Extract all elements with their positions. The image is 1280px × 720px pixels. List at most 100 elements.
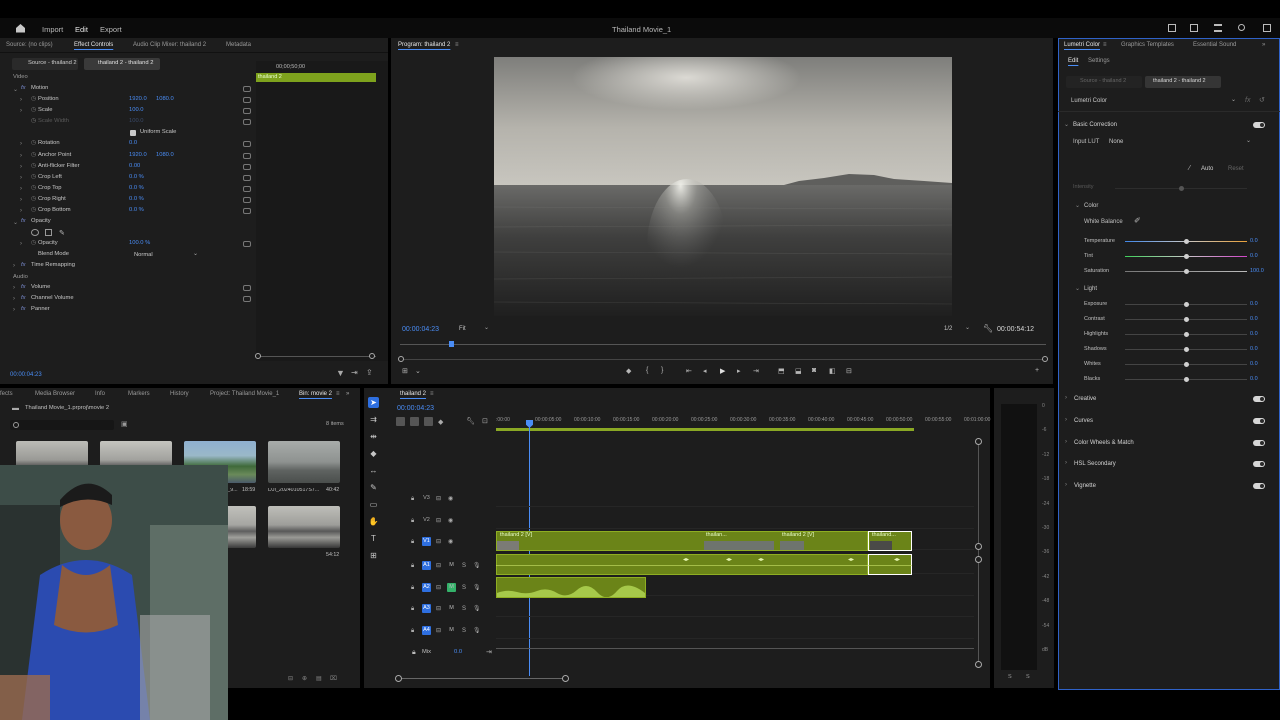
tab-effect-controls[interactable]: Effect Controls: [74, 42, 113, 48]
reset-icon[interactable]: [243, 296, 251, 303]
ec-prop-row[interactable]: › ◷ Crop Right 0.0 %: [0, 195, 256, 206]
program-timecode[interactable]: 00:00:04:23: [402, 326, 439, 333]
chevron-right-icon[interactable]: ›: [20, 141, 22, 147]
reset-icon[interactable]: [243, 196, 251, 203]
linked-selection-icon[interactable]: [424, 417, 433, 426]
lock-icon[interactable]: 🔒︎: [411, 606, 414, 612]
lumetri-slider-knob[interactable]: [1184, 239, 1189, 244]
play-only-icon[interactable]: ⇥: [351, 369, 358, 377]
lumetri-section-toggle[interactable]: [1253, 483, 1265, 490]
reset-button[interactable]: Reset: [1228, 166, 1244, 172]
sync-lock-icon[interactable]: ⊟: [436, 628, 441, 634]
chevron-down-icon[interactable]: ⌄: [1075, 285, 1080, 292]
lumetri-slider-value[interactable]: 0.0: [1250, 253, 1258, 260]
lumetri-section-toggle[interactable]: [1253, 417, 1265, 424]
lumetri-slider-knob[interactable]: [1184, 377, 1189, 382]
reset-icon[interactable]: [243, 174, 251, 181]
hand-tool-icon[interactable]: ✋: [368, 516, 379, 527]
track-target[interactable]: A1: [422, 561, 431, 570]
sync-lock-icon[interactable]: ⊟: [436, 563, 441, 569]
menu-edit[interactable]: Edit: [75, 25, 88, 34]
lumetri-slider-knob[interactable]: [1184, 302, 1189, 307]
scrollbar-handle-icon[interactable]: [255, 353, 261, 359]
blend-mode-select[interactable]: Normal ⌄: [131, 251, 203, 260]
chevron-right-icon[interactable]: ›: [13, 296, 15, 302]
home-icon[interactable]: [15, 23, 26, 33]
ec-prop-row[interactable]: › ◷ Crop Left 0.0 %: [0, 173, 256, 184]
nest-icon[interactable]: [396, 417, 405, 426]
resolution-select[interactable]: 1/2 ⌄: [941, 324, 975, 334]
chevron-right-icon[interactable]: ›: [20, 208, 22, 214]
compare-view-icon[interactable]: ◧: [829, 367, 836, 375]
sync-lock-icon[interactable]: ⊟: [436, 539, 441, 545]
mark-in-icon[interactable]: {: [646, 367, 648, 374]
lumetri-section-toggle[interactable]: [1253, 439, 1265, 446]
keyframe-icon[interactable]: ◂▸: [726, 557, 732, 563]
lumetri-slider-knob[interactable]: [1184, 347, 1189, 352]
fx-bypass-icon[interactable]: fx: [1245, 97, 1250, 104]
basic-correction-toggle[interactable]: [1253, 122, 1265, 128]
color-section-heading[interactable]: Color: [1084, 203, 1098, 209]
mute-button[interactable]: M: [447, 626, 456, 635]
stopwatch-icon[interactable]: ◷: [31, 163, 36, 170]
keyframe-icon[interactable]: ◂▸: [848, 557, 854, 563]
pen-tool-icon[interactable]: ✎: [368, 482, 379, 493]
tab-graphics-templates[interactable]: Graphics Templates: [1121, 42, 1174, 48]
meter-solo-left[interactable]: S: [1008, 674, 1012, 681]
reset-icon[interactable]: [243, 241, 251, 247]
stopwatch-icon[interactable]: ◷: [31, 185, 36, 192]
chevron-right-icon[interactable]: ›: [1065, 439, 1067, 445]
ec-prop-value[interactable]: 0.0: [129, 141, 137, 147]
find-icon[interactable]: ⊕: [302, 675, 307, 682]
sync-lock-icon[interactable]: ⊟: [436, 585, 441, 591]
step-back-icon[interactable]: ◂: [703, 367, 707, 375]
lumetri-section-heading[interactable]: HSL Secondary: [1074, 461, 1116, 467]
snap-icon[interactable]: [410, 417, 419, 426]
scrollbar-handle-icon[interactable]: [395, 675, 402, 682]
lumetri-slider-knob[interactable]: [1184, 317, 1189, 322]
track-select-icon[interactable]: ⇉: [368, 414, 379, 425]
track-target[interactable]: V3: [422, 494, 431, 503]
reset-icon[interactable]: ↺: [1259, 97, 1265, 104]
reset-icon[interactable]: [243, 141, 251, 148]
export-frame-icon[interactable]: ⇪: [366, 369, 373, 377]
keyframe-icon[interactable]: ◂▸: [683, 557, 689, 563]
chevron-right-icon[interactable]: ›: [20, 97, 22, 103]
menu-import[interactable]: Import: [42, 25, 63, 34]
lumetri-slider-knob[interactable]: [1184, 332, 1189, 337]
ec-prop-value[interactable]: 100.0: [129, 107, 144, 114]
meter-solo-right[interactable]: S: [1026, 674, 1030, 681]
fit-select[interactable]: Fit ⌄: [456, 324, 494, 334]
scrollbar-handle-icon[interactable]: [975, 438, 982, 445]
sync-lock-icon[interactable]: ⊟: [436, 496, 441, 502]
marker-icon[interactable]: ◆: [438, 418, 443, 426]
ec-timecode[interactable]: 00:00:04:23: [10, 372, 42, 378]
ec-prop-row[interactable]: › ◷ Crop Top 0.0 %: [0, 184, 256, 195]
tab-audio-clip-mixer[interactable]: Audio Clip Mixer: thailand 2: [133, 42, 206, 48]
reset-icon[interactable]: [243, 119, 251, 126]
panel-menu-icon[interactable]: ≡: [455, 42, 459, 48]
panel-menu-icon[interactable]: ≡: [1103, 42, 1107, 48]
sync-lock-icon[interactable]: ⊟: [436, 518, 441, 524]
ec-prop-value[interactable]: 0.0 %: [129, 196, 144, 203]
track-target[interactable]: A4: [422, 626, 431, 635]
mix-value[interactable]: 0.0: [454, 649, 462, 656]
timeline-zoom-scrollbar[interactable]: [398, 678, 566, 679]
go-to-end-icon[interactable]: ⇥: [486, 649, 492, 656]
ec-opacity-row[interactable]: ⌄ fx Opacity: [0, 217, 256, 228]
chevron-right-icon[interactable]: ›: [20, 186, 22, 192]
chevron-right-icon[interactable]: ›: [1065, 395, 1067, 401]
stopwatch-icon[interactable]: ◷: [31, 240, 36, 247]
ec-motion-row[interactable]: ⌄ fx Motion: [0, 84, 256, 95]
scrollbar-handle-icon[interactable]: [369, 353, 375, 359]
lumetri-slider-value[interactable]: 0.0: [1250, 238, 1258, 245]
reset-icon[interactable]: [243, 86, 251, 92]
stopwatch-icon[interactable]: ◷: [31, 152, 36, 159]
menu-icon[interactable]: [1214, 24, 1222, 32]
multi-camera-icon[interactable]: ⊟: [846, 367, 852, 375]
ellipse-mask-icon[interactable]: [31, 229, 39, 236]
filter-icon[interactable]: ▼: [336, 369, 345, 378]
tab-essential-sound[interactable]: Essential Sound: [1193, 42, 1236, 48]
program-zoom-bar[interactable]: [400, 359, 1046, 360]
reset-icon[interactable]: [243, 108, 251, 115]
